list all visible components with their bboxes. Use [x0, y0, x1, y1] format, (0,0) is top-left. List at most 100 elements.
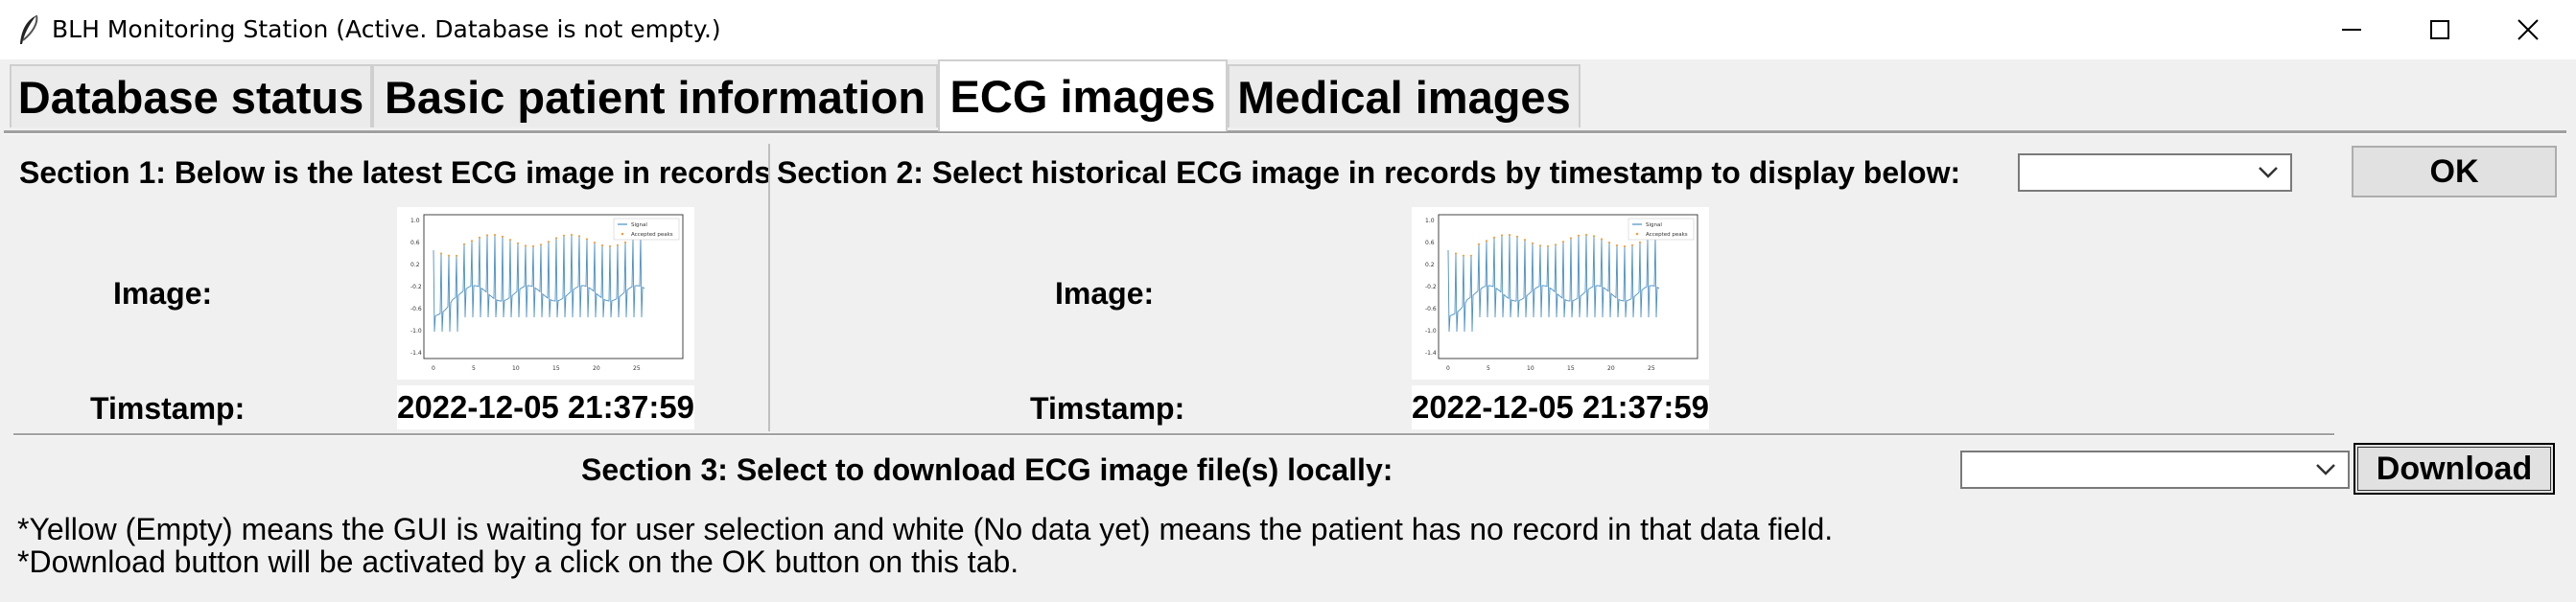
download-button[interactable]: Download — [2354, 443, 2555, 495]
title-bar: BLH Monitoring Station (Active. Database… — [0, 0, 2576, 59]
ecg-peak-marker — [462, 243, 466, 245]
section3-download-select[interactable] — [1960, 451, 2350, 489]
ecg-peak-marker — [616, 243, 620, 246]
ecg-peak-marker — [608, 244, 612, 248]
ecg-peak-marker — [439, 252, 443, 255]
ecg-thumb-ytick: -0.6 — [410, 306, 422, 313]
section1-heading: Section 1: Below is the latest ECG image… — [19, 155, 772, 190]
section2-timestamp-label: Timstamp: — [1030, 391, 1185, 426]
ecg-peak-marker — [585, 238, 589, 241]
tab-database-status[interactable]: Database status — [10, 64, 372, 127]
ecg-peak-marker — [600, 243, 604, 247]
ecg-thumb-xtick: 15 — [552, 365, 560, 372]
ecg-peak-marker — [623, 241, 627, 243]
note-download: *Download button will be activated by a … — [17, 544, 1019, 579]
ecg-thumb-ytick: 0.6 — [410, 240, 420, 246]
ecg-peak-marker — [577, 235, 581, 238]
ecg-thumb-xtick: 0 — [1446, 365, 1450, 372]
ecg-peak-marker — [562, 234, 566, 237]
section3-heading: Section 3: Select to download ECG image … — [581, 452, 1393, 487]
ecg-peak-marker — [1623, 244, 1627, 248]
ecg-peak-marker — [1638, 241, 1642, 243]
minimize-icon — [2342, 29, 2361, 31]
section3-divider-highlight — [13, 435, 2334, 436]
ecg-legend-peaks: Accepted peaks — [1646, 232, 1688, 238]
ecg-legend-signal: Signal — [631, 222, 647, 228]
tab-ecg-images[interactable]: ECG images — [938, 59, 1228, 131]
tab-medical-images[interactable]: Medical images — [1228, 64, 1581, 127]
ecg-peak-marker — [1538, 244, 1542, 247]
section2-timestamp-select[interactable] — [2018, 153, 2292, 192]
ecg-peak-marker — [1577, 234, 1581, 237]
section2-image-label: Image: — [1055, 276, 1155, 311]
ecg-peak-marker — [593, 242, 597, 244]
ecg-thumb-xtick: 20 — [593, 365, 600, 372]
ecg-peak-marker — [539, 243, 543, 246]
ecg-peak-marker — [1630, 243, 1634, 246]
chevron-down-icon — [2259, 167, 2278, 178]
ecg-thumb-ytick: 0.2 — [410, 262, 420, 268]
ok-button[interactable]: OK — [2352, 146, 2557, 197]
ecg-peak-marker — [1592, 235, 1596, 238]
ecg-peak-marker — [1469, 254, 1473, 257]
ecg-peak-marker — [1508, 234, 1511, 237]
ecg-thumb-ytick: 1.0 — [1425, 218, 1435, 224]
ecg-peak-marker — [1615, 243, 1619, 247]
ecg-thumb-xtick: 0 — [432, 365, 435, 372]
section1-image-label: Image: — [113, 276, 213, 311]
ecg-thumb-ytick: -1.4 — [410, 350, 422, 357]
ecg-peak-marker — [493, 234, 497, 237]
ecg-peak-marker — [1554, 243, 1557, 246]
ecg-thumb-ytick: -1.4 — [1425, 350, 1437, 357]
ecg-legend-signal: Signal — [1646, 222, 1662, 228]
ecg-thumb-ytick: -1.0 — [1425, 328, 1437, 335]
section1-timestamp-value: 2022-12-05 21:37:59 — [397, 385, 694, 429]
ecg-thumb-ytick: 1.0 — [410, 218, 420, 224]
section2-heading: Section 2: Select historical ECG image i… — [777, 155, 1961, 190]
ecg-peak-marker — [447, 254, 451, 257]
section1-ecg-image: 1.0 0.6 0.2 -0.2 -0.6 -1.0 -1.4 0 5 10 15 20 25 Signa… — [397, 207, 694, 380]
close-icon — [2517, 19, 2539, 40]
ecg-peak-marker — [508, 239, 512, 242]
ecg-thumb-ytick: -0.2 — [1425, 284, 1437, 290]
ecg-peak-marker — [1584, 233, 1588, 237]
ecg-thumb-xtick: 10 — [1527, 365, 1534, 372]
ecg-peak-marker — [1485, 240, 1488, 243]
tab-panel-border-highlight — [4, 133, 2566, 134]
maximize-button[interactable] — [2396, 0, 2484, 59]
ecg-peak-marker — [1546, 244, 1550, 247]
ecg-thumb-ytick: -0.2 — [410, 284, 422, 290]
minimize-button[interactable] — [2307, 0, 2396, 59]
ecg-peak-marker — [570, 233, 574, 237]
section2-ecg-image: 1.0 0.6 0.2 -0.2 -0.6 -1.0 -1.4 0 5 10 15 20 25 Signa… — [1412, 207, 1709, 380]
section-divider — [768, 144, 770, 431]
ecg-peak-marker — [524, 244, 527, 247]
ecg-peak-marker — [470, 240, 474, 243]
ecg-peak-marker — [531, 244, 535, 247]
ecg-peak-marker — [1500, 234, 1504, 237]
ecg-thumb-xtick: 5 — [1487, 365, 1490, 372]
ecg-thumb-xtick: 5 — [472, 365, 476, 372]
ecg-peak-marker — [485, 234, 489, 237]
ecg-peak-marker — [1607, 242, 1611, 244]
tab-basic-patient-information[interactable]: Basic patient information — [372, 64, 938, 127]
ecg-thumb-ytick: 0.6 — [1425, 240, 1435, 246]
section1-timestamp-label: Timstamp: — [90, 391, 246, 426]
ecg-peak-marker — [1477, 243, 1481, 245]
ecg-thumb-xtick: 25 — [633, 365, 641, 372]
ecg-thumb-xtick: 10 — [512, 365, 520, 372]
note-yellow-white: *Yellow (Empty) means the GUI is waiting… — [17, 512, 1834, 546]
ecg-thumb-ytick: 0.2 — [1425, 262, 1435, 268]
section2-timestamp-value: 2022-12-05 21:37:59 — [1412, 385, 1709, 429]
ecg-peak-marker — [516, 242, 520, 244]
ecg-thumb-xtick: 15 — [1567, 365, 1575, 372]
ecg-peak-marker — [1515, 235, 1519, 238]
feather-icon — [20, 14, 38, 44]
ecg-thumb-xtick: 25 — [1648, 365, 1655, 372]
ecg-peak-marker — [1569, 237, 1573, 240]
ecg-peak-marker — [1523, 239, 1527, 242]
ecg-peak-marker — [478, 236, 481, 239]
close-button[interactable] — [2484, 0, 2572, 59]
ecg-peak-marker — [1531, 242, 1534, 244]
chevron-down-icon — [2316, 464, 2335, 475]
